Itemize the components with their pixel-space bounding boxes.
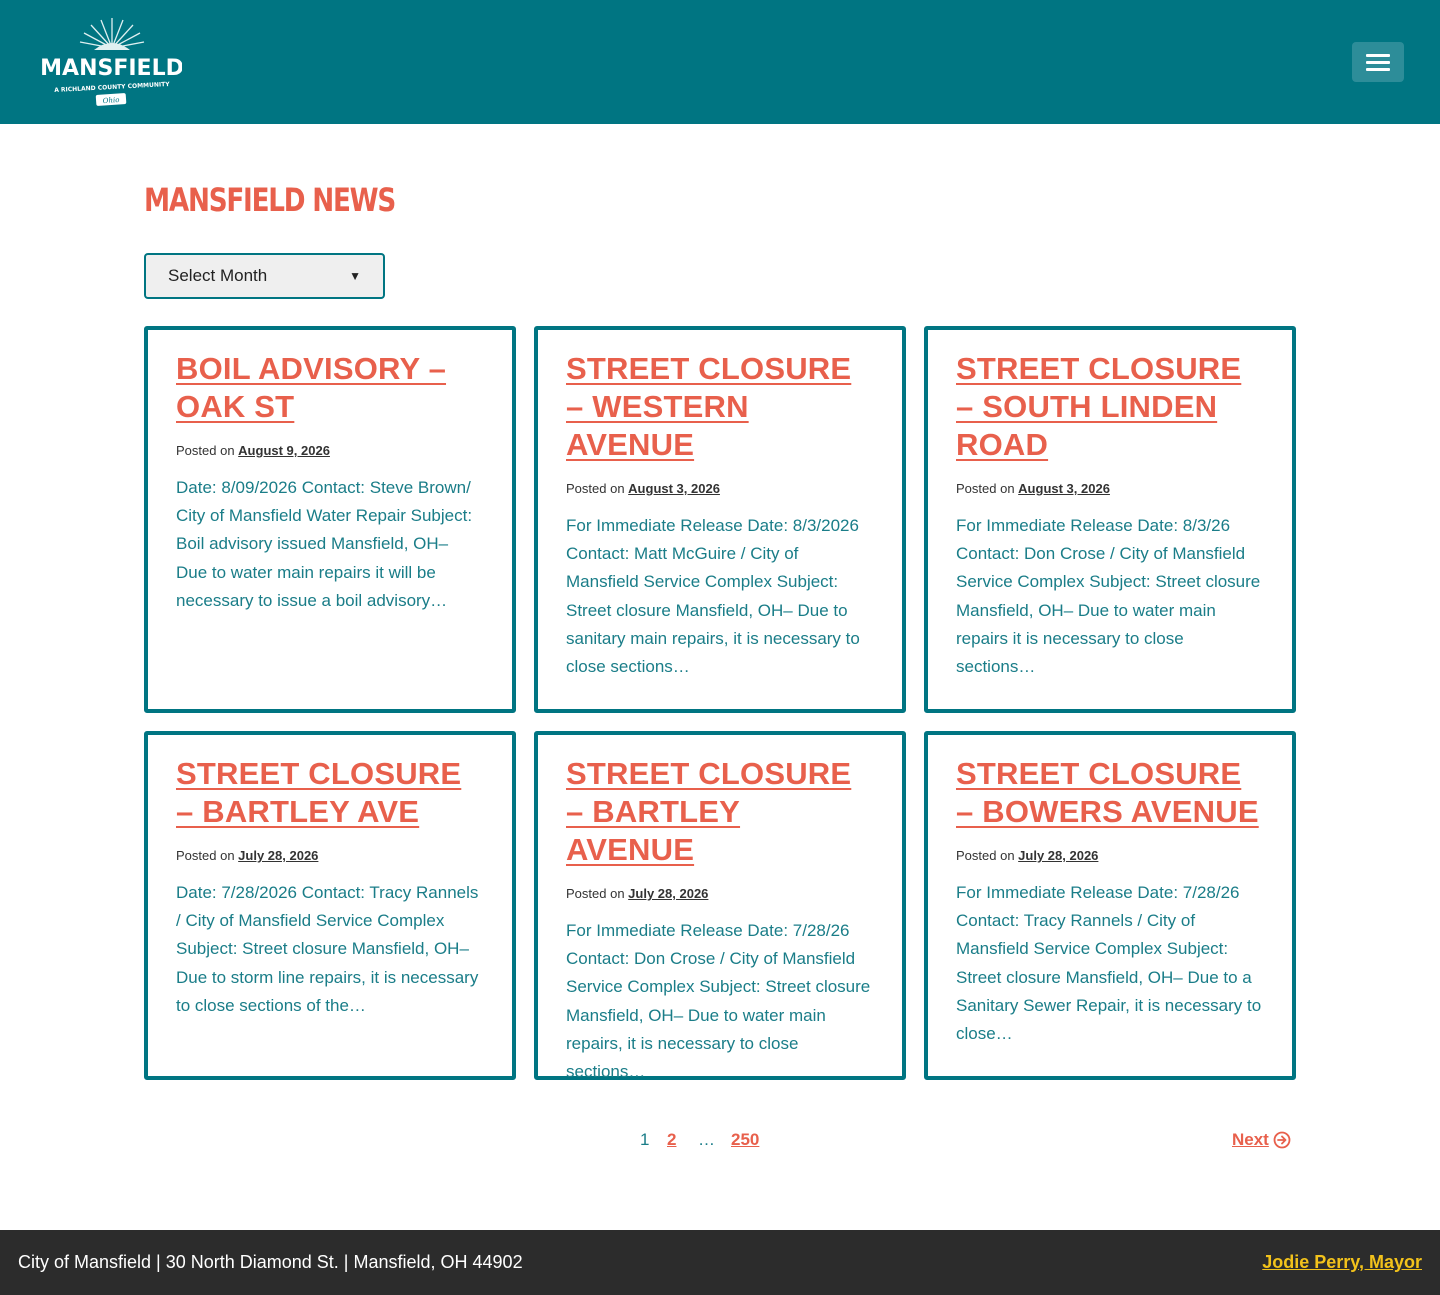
hamburger-menu-icon bbox=[1366, 53, 1390, 57]
news-card: STREET CLOSURE – SOUTH LINDEN ROAD Poste… bbox=[924, 326, 1296, 713]
pagination: 1 2 … 250 Next bbox=[0, 1128, 1440, 1152]
news-excerpt: Date: 8/09/2026 Contact: Steve Brown/ Ci… bbox=[176, 478, 473, 610]
main-menu-button[interactable] bbox=[1352, 42, 1404, 82]
news-card-title-link[interactable]: STREET CLOSURE – WESTERN AVENUE bbox=[566, 350, 874, 464]
posted-meta: Posted on July 28, 2026 bbox=[566, 886, 709, 901]
post-date-link[interactable]: August 9, 2026 bbox=[238, 443, 330, 458]
month-archive-select[interactable]: Select Month ▼ bbox=[144, 253, 385, 299]
posted-meta: Posted on July 28, 2026 bbox=[956, 848, 1099, 863]
next-label: Next bbox=[1232, 1130, 1269, 1149]
post-date-link[interactable]: July 28, 2026 bbox=[238, 848, 318, 863]
page-link-last[interactable]: 250 bbox=[731, 1128, 759, 1152]
news-card: BOIL ADVISORY – OAK ST Posted on August … bbox=[144, 326, 516, 713]
news-card-title-link[interactable]: STREET CLOSURE – BOWERS AVENUE bbox=[956, 755, 1264, 831]
news-card: STREET CLOSURE – BOWERS AVENUE Posted on… bbox=[924, 731, 1296, 1080]
news-excerpt: For Immediate Release Date: 8/3/26 Conta… bbox=[956, 516, 1261, 677]
posted-meta: Posted on August 3, 2026 bbox=[956, 481, 1110, 496]
mansfield-logo-icon: MANSFIELD A RICHLAND COUNTY COMMUNITY Oh… bbox=[42, 18, 182, 106]
month-select-value: Select Month bbox=[168, 266, 268, 285]
post-date-link[interactable]: August 3, 2026 bbox=[1018, 481, 1110, 496]
arrow-right-circle-icon bbox=[1273, 1131, 1291, 1149]
page-current: 1 bbox=[640, 1130, 650, 1149]
page-link-2[interactable]: 2 bbox=[667, 1128, 676, 1152]
site-footer: City of Mansfield | 30 North Diamond St.… bbox=[0, 1230, 1440, 1295]
chevron-down-icon: ▼ bbox=[349, 269, 361, 283]
page-ellipsis: … bbox=[698, 1130, 715, 1149]
footer-address: City of Mansfield | 30 North Diamond St.… bbox=[18, 1252, 523, 1272]
news-card: STREET CLOSURE – BARTLEY AVE Posted on J… bbox=[144, 731, 516, 1080]
site-logo[interactable]: MANSFIELD A RICHLAND COUNTY COMMUNITY Oh… bbox=[42, 14, 182, 110]
posted-meta: Posted on July 28, 2026 bbox=[176, 848, 319, 863]
news-card: STREET CLOSURE – BARTLEY AVENUE Posted o… bbox=[534, 731, 906, 1081]
page-title: MANSFIELD NEWS bbox=[144, 181, 396, 219]
news-excerpt: For Immediate Release Date: 8/3/2026 Con… bbox=[566, 516, 860, 677]
mayor-link[interactable]: Jodie Perry, Mayor bbox=[1262, 1250, 1422, 1274]
news-excerpt: For Immediate Release Date: 7/28/26 Cont… bbox=[956, 883, 1262, 1044]
news-card-title-link[interactable]: STREET CLOSURE – BARTLEY AVE bbox=[176, 755, 484, 831]
svg-text:MANSFIELD: MANSFIELD bbox=[42, 56, 182, 81]
post-date-link[interactable]: July 28, 2026 bbox=[628, 886, 708, 901]
news-excerpt: For Immediate Release Date: 7/28/26 Cont… bbox=[566, 921, 871, 1082]
news-card-title-link[interactable]: STREET CLOSURE – SOUTH LINDEN ROAD bbox=[956, 350, 1264, 464]
news-excerpt: Date: 7/28/2026 Contact: Tracy Rannels /… bbox=[176, 883, 479, 1015]
posted-meta: Posted on August 3, 2026 bbox=[566, 481, 720, 496]
next-page-link[interactable]: Next bbox=[1232, 1128, 1291, 1152]
post-date-link[interactable]: July 28, 2026 bbox=[1018, 848, 1098, 863]
posted-meta: Posted on August 9, 2026 bbox=[176, 443, 330, 458]
news-card-title-link[interactable]: STREET CLOSURE – BARTLEY AVENUE bbox=[566, 755, 874, 869]
news-card: STREET CLOSURE – WESTERN AVENUE Posted o… bbox=[534, 326, 906, 713]
site-header: MANSFIELD A RICHLAND COUNTY COMMUNITY Oh… bbox=[0, 0, 1440, 124]
post-date-link[interactable]: August 3, 2026 bbox=[628, 481, 720, 496]
news-card-title-link[interactable]: BOIL ADVISORY – OAK ST bbox=[176, 350, 484, 426]
svg-text:Ohio: Ohio bbox=[102, 96, 119, 105]
svg-text:A RICHLAND COUNTY COMMUNITY: A RICHLAND COUNTY COMMUNITY bbox=[54, 81, 170, 94]
